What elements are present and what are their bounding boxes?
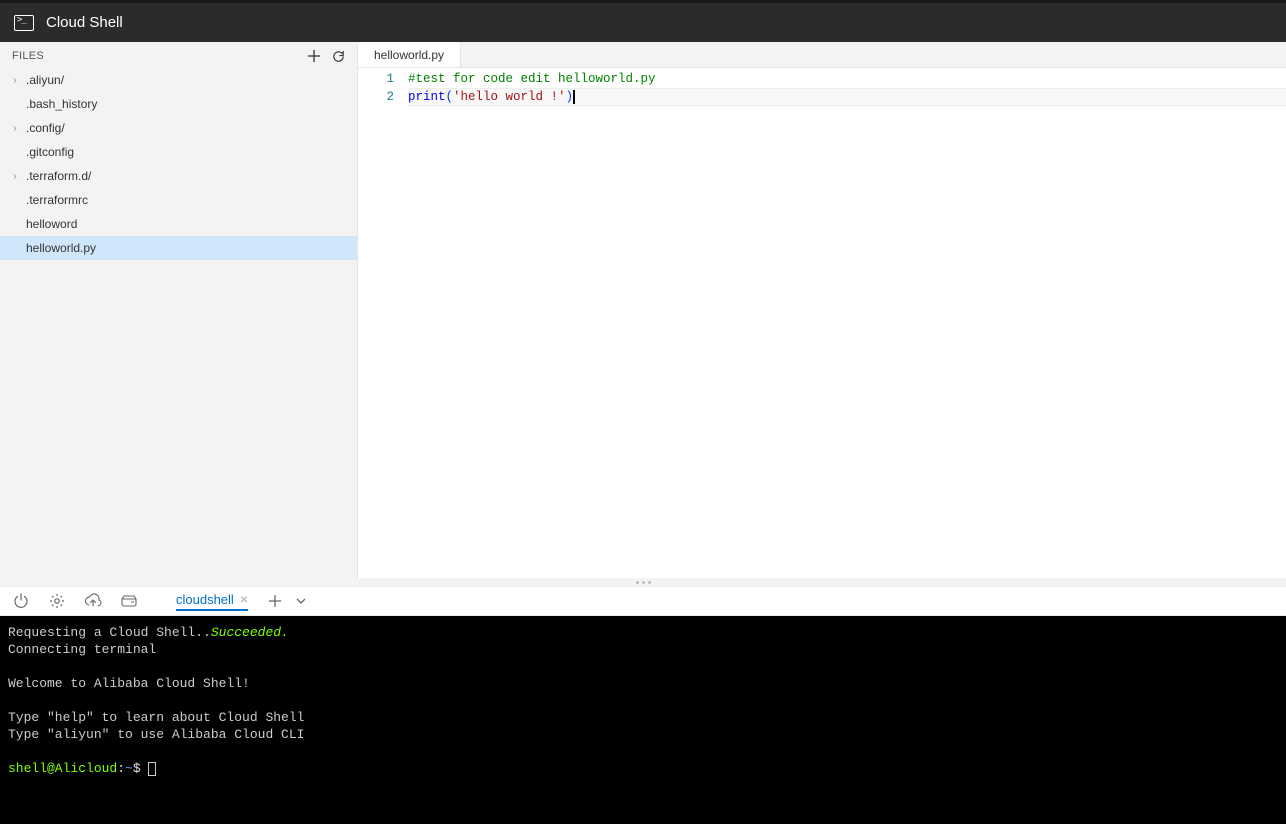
file-label: .bash_history: [24, 97, 97, 111]
code-line-2: print('hello world !'): [408, 88, 1286, 106]
chevron-right-icon: ›: [10, 171, 20, 182]
line-number: 2: [358, 88, 394, 106]
storage-icon[interactable]: [120, 592, 138, 610]
terminal-cursor: [148, 762, 156, 776]
editor-tab-bar: helloworld.py: [358, 42, 1286, 68]
file-label: .terraform.d/: [24, 169, 91, 183]
code-area[interactable]: 1 2 #test for code edit helloworld.py pr…: [358, 68, 1286, 578]
term-status: Succeeded.: [211, 625, 289, 640]
terminal-tab-cloudshell[interactable]: cloudshell ×: [176, 591, 248, 611]
close-icon[interactable]: ×: [240, 591, 248, 607]
file-label: .terraformrc: [24, 193, 88, 207]
terminal-icon: [14, 15, 34, 31]
pane-splitter[interactable]: [0, 578, 1286, 586]
file-item-config[interactable]: › .config/: [0, 116, 357, 140]
file-item-aliyun[interactable]: › .aliyun/: [0, 68, 357, 92]
file-label: .aliyun/: [24, 73, 64, 87]
cloud-upload-icon[interactable]: [84, 592, 102, 610]
code-lines: #test for code edit helloworld.py print(…: [408, 70, 1286, 578]
file-item-terraform-d[interactable]: › .terraform.d/: [0, 164, 357, 188]
sidebar-title: FILES: [12, 50, 44, 62]
term-line: Type "help" to learn about Cloud Shell: [8, 710, 304, 725]
power-icon[interactable]: [12, 592, 30, 610]
terminal-toolbar: cloudshell ×: [0, 586, 1286, 616]
app-header: Cloud Shell: [0, 0, 1286, 42]
app-title: Cloud Shell: [46, 14, 123, 31]
file-item-bash-history[interactable]: .bash_history: [0, 92, 357, 116]
file-label: helloword: [24, 217, 77, 231]
file-label: .config/: [24, 121, 65, 135]
code-line-1: #test for code edit helloworld.py: [408, 70, 1286, 88]
prompt-path: ~: [125, 761, 133, 776]
main-area: FILES › .aliyun/ .bash_history › .: [0, 42, 1286, 578]
new-file-button[interactable]: [305, 47, 323, 65]
prompt-symbol: $: [133, 761, 149, 776]
chevron-down-icon[interactable]: [292, 592, 310, 610]
term-line: Requesting a Cloud Shell..: [8, 625, 211, 640]
term-line: Welcome to Alibaba Cloud Shell!: [8, 676, 250, 691]
add-terminal-button[interactable]: [266, 592, 284, 610]
file-item-helloword[interactable]: helloword: [0, 212, 357, 236]
refresh-button[interactable]: [329, 47, 347, 65]
term-line: Type "aliyun" to use Alibaba Cloud CLI: [8, 727, 304, 742]
term-line: Connecting terminal: [8, 642, 156, 657]
sidebar-header: FILES: [0, 42, 357, 68]
tab-label: helloworld.py: [374, 48, 444, 62]
prompt-user: shell@Alicloud: [8, 761, 117, 776]
file-item-helloworld-py[interactable]: helloworld.py: [0, 236, 357, 260]
chevron-right-icon: ›: [10, 123, 20, 134]
prompt-colon: :: [117, 761, 125, 776]
file-label: helloworld.py: [24, 241, 96, 255]
editor-cursor: [573, 90, 575, 104]
gear-icon[interactable]: [48, 592, 66, 610]
file-sidebar: FILES › .aliyun/ .bash_history › .: [0, 42, 358, 578]
line-number: 1: [358, 70, 394, 88]
line-gutter: 1 2: [358, 70, 408, 578]
file-label: .gitconfig: [24, 145, 74, 159]
file-item-terraformrc[interactable]: .terraformrc: [0, 188, 357, 212]
chevron-right-icon: ›: [10, 75, 20, 86]
file-tree: › .aliyun/ .bash_history › .config/ .git…: [0, 68, 357, 578]
terminal-tab-label: cloudshell: [176, 592, 234, 607]
editor-tab-helloworld[interactable]: helloworld.py: [358, 42, 461, 67]
terminal-output[interactable]: Requesting a Cloud Shell..Succeeded. Con…: [0, 616, 1286, 824]
code-editor: helloworld.py 1 2 #test for code edit he…: [358, 42, 1286, 578]
file-item-gitconfig[interactable]: .gitconfig: [0, 140, 357, 164]
